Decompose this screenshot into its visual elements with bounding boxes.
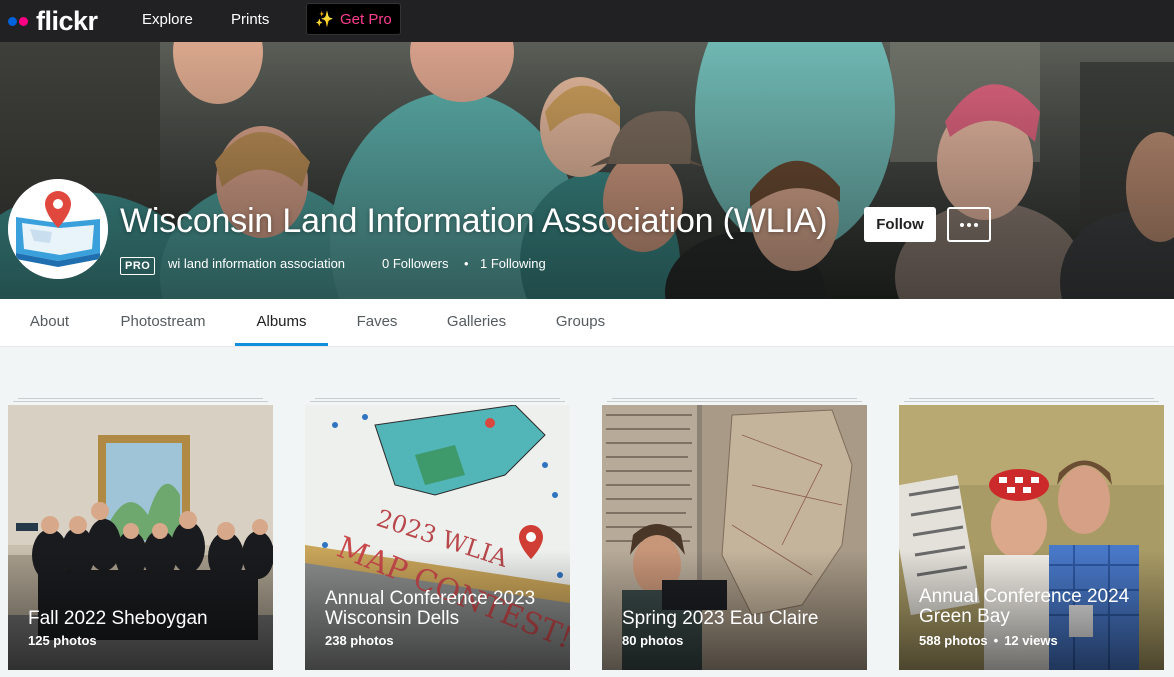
followers-link[interactable]: 0 Followers — [382, 256, 448, 271]
album-meta: 588 photos • 12 views — [919, 633, 1058, 648]
album-photo-count: 588 photos — [919, 633, 988, 648]
profile-avatar[interactable] — [8, 179, 108, 279]
profile-cover-banner: Wisconsin Land Information Association (… — [0, 42, 1174, 299]
sparkle-icon: ✨ — [315, 11, 334, 28]
album-meta: 80 photos — [622, 633, 683, 648]
top-navigation: flickr Explore Prints ✨ Get Pro — [0, 0, 1174, 42]
album-title: Annual Conference 2024 Green Bay — [919, 586, 1130, 627]
get-pro-label: Get Pro — [340, 10, 392, 28]
flickr-logo[interactable]: flickr — [8, 0, 98, 42]
album-card[interactable]: Spring 2023 Eau Claire 80 photos — [602, 405, 867, 670]
album-meta: 125 photos — [28, 633, 97, 648]
meta-separator: • — [464, 256, 469, 271]
profile-name: Wisconsin Land Information Association (… — [120, 202, 828, 240]
album-meta: 238 photos — [325, 633, 394, 648]
tab-about[interactable]: About — [28, 299, 71, 346]
album-stack-edge — [904, 398, 1159, 405]
profile-username: wi land information association — [168, 256, 346, 271]
tab-faves[interactable]: Faves — [356, 299, 398, 346]
logo-pink-dot — [19, 16, 28, 26]
album-view-count: 12 views — [1004, 633, 1058, 648]
album-card[interactable]: Annual Conference 2024 Green Bay 588 pho… — [899, 405, 1164, 670]
album-title: Fall 2022 Sheboygan — [28, 608, 208, 629]
album-card[interactable]: Fall 2022 Sheboygan 125 photos — [8, 405, 273, 670]
get-pro-button[interactable]: ✨ Get Pro — [306, 3, 401, 35]
album-stack-edge — [310, 398, 565, 405]
nav-prints-link[interactable]: Prints — [231, 11, 269, 28]
tab-groups[interactable]: Groups — [555, 299, 606, 346]
map-pin-logo-icon — [8, 179, 108, 279]
logo-blue-dot — [8, 16, 17, 26]
album-title: Annual Conference 2023 Wisconsin Dells — [325, 588, 536, 629]
more-options-button[interactable] — [947, 207, 991, 242]
album-title: Spring 2023 Eau Claire — [622, 608, 819, 629]
tab-photostream[interactable]: Photostream — [118, 299, 208, 346]
nav-explore-link[interactable]: Explore — [142, 11, 193, 28]
album-photo-count: 125 photos — [28, 633, 97, 648]
tab-albums[interactable]: Albums — [235, 299, 328, 346]
album-photo-count: 80 photos — [622, 633, 684, 648]
album-stack-edge — [13, 398, 268, 405]
pro-badge: PRO — [120, 257, 156, 275]
tab-galleries[interactable]: Galleries — [446, 299, 507, 346]
profile-tabs: About Photostream Albums Faves Galleries… — [0, 299, 1174, 347]
more-dots-icon — [960, 222, 964, 227]
following-link[interactable]: 1 Following — [480, 256, 546, 271]
follow-button[interactable]: Follow — [864, 207, 936, 242]
album-photo-count: 238 photos — [325, 633, 394, 648]
album-card[interactable]: 2023 WLIA MAP CONTEST! Annual Conference… — [305, 405, 570, 670]
logo-text: flickr — [36, 6, 98, 36]
album-stack-edge — [607, 398, 862, 405]
